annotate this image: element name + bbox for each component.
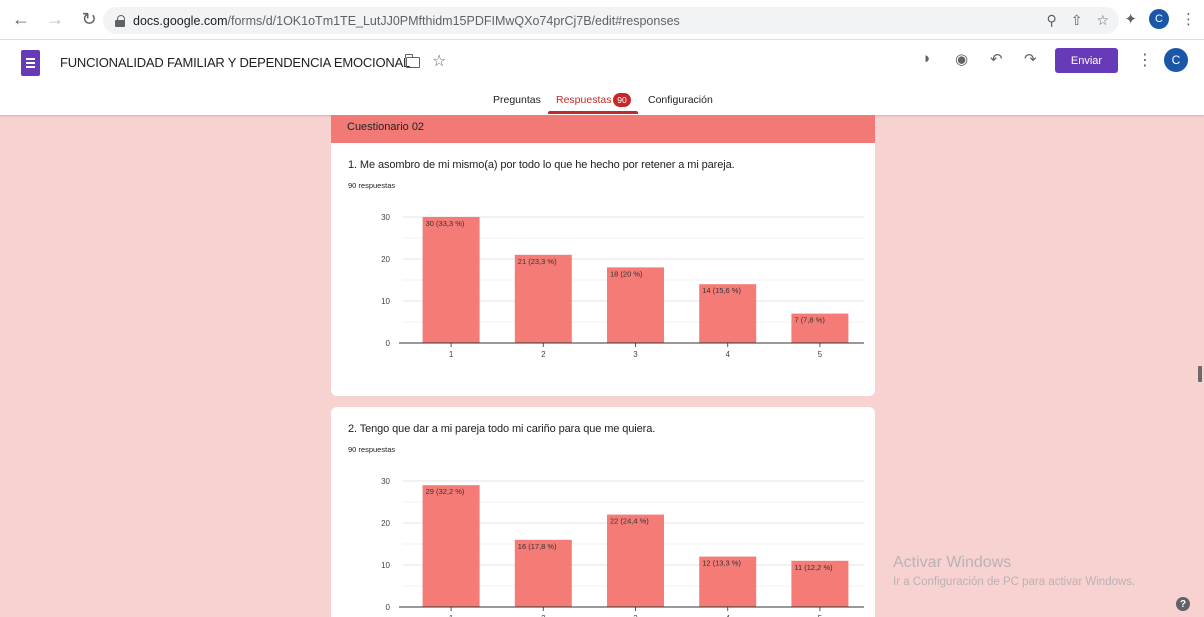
- bar[interactable]: [422, 217, 480, 343]
- address-bar[interactable]: docs.google.com/forms/d/1OK1oTm1TE_LutJJ…: [103, 7, 1119, 34]
- preview-eye-icon[interactable]: ◉: [955, 50, 968, 68]
- bar-value-label: 18 (20 %): [610, 269, 643, 278]
- tab-questions[interactable]: Preguntas: [493, 94, 541, 106]
- share-icon[interactable]: ⇧: [1071, 12, 1083, 29]
- url-text: docs.google.com/forms/d/1OK1oTm1TE_LutJJ…: [133, 13, 680, 28]
- bar[interactable]: [607, 514, 664, 607]
- bar-value-label: 14 (15,6 %): [702, 286, 741, 295]
- x-tick-label: 4: [725, 350, 730, 359]
- palette-icon[interactable]: ◑: [921, 50, 930, 67]
- folder-icon[interactable]: [405, 54, 420, 68]
- bar-value-label: 16 (17,8 %): [518, 542, 557, 551]
- question-card-2: 2. Tengo que dar a mi pareja todo mi car…: [331, 407, 875, 617]
- back-arrow-icon[interactable]: ←: [8, 7, 34, 33]
- question-card-1: 1. Me asombro de mi mismo(a) por todo lo…: [331, 143, 875, 396]
- x-tick-label: 1: [449, 350, 454, 359]
- tab-responses[interactable]: Respuestas: [556, 94, 611, 106]
- x-tick-label: 5: [818, 350, 823, 359]
- help-icon[interactable]: ?: [1176, 597, 1190, 611]
- zoom-icon[interactable]: ⚲: [1046, 12, 1056, 29]
- active-tab-indicator: [548, 111, 638, 114]
- y-tick-label: 20: [381, 255, 390, 264]
- tab-settings[interactable]: Configuración: [648, 94, 713, 106]
- redo-icon[interactable]: ↷: [1024, 50, 1037, 68]
- forms-header: FUNCIONALIDAD FAMILIAR Y DEPENDENCIA EMO…: [0, 40, 1204, 115]
- section-title: Cuestionario 02: [347, 121, 425, 133]
- x-tick-label: 2: [541, 350, 546, 359]
- y-tick-label: 0: [386, 339, 391, 348]
- bar-value-label: 22 (24,4 %): [610, 517, 649, 526]
- more-options-icon[interactable]: ⋮: [1137, 50, 1153, 70]
- lock-icon: [115, 14, 125, 27]
- bar[interactable]: [607, 267, 664, 343]
- section-header: Cuestionario 02: [331, 115, 875, 143]
- reload-icon[interactable]: ↻: [76, 7, 102, 33]
- google-forms-logo-icon[interactable]: [21, 50, 40, 76]
- bar-value-label: 30 (33,3 %): [426, 219, 465, 228]
- y-tick-label: 30: [381, 477, 390, 486]
- bar-chart-2: 010203029 (32,2 %)116 (17,8 %)222 (24,4 …: [381, 477, 864, 617]
- windows-activation-title: Activar Windows: [893, 554, 1012, 571]
- forward-arrow-icon[interactable]: →: [42, 7, 68, 33]
- bookmark-star-icon[interactable]: ☆: [1096, 12, 1109, 29]
- undo-icon[interactable]: ↶: [990, 50, 1003, 68]
- star-icon[interactable]: ☆: [432, 51, 446, 71]
- account-avatar[interactable]: C: [1164, 48, 1188, 72]
- bar-value-label: 29 (32,2 %): [426, 487, 465, 496]
- browser-menu-icon[interactable]: ⋮: [1181, 10, 1196, 28]
- browser-profile-avatar[interactable]: C: [1149, 9, 1169, 29]
- y-tick-label: 10: [381, 561, 390, 570]
- responses-count-badge: 90: [613, 93, 631, 107]
- bar-value-label: 12 (13,3 %): [702, 559, 741, 568]
- send-button[interactable]: Enviar: [1055, 48, 1118, 73]
- y-tick-label: 0: [386, 603, 391, 612]
- y-tick-label: 10: [381, 297, 390, 306]
- bar-chart-1: 0 10 20 30 30 (33,3 %) 1 21 (23,3 %) 2 18 (20 %)…: [381, 213, 864, 359]
- bar-value-label: 21 (23,3 %): [518, 257, 557, 266]
- bar[interactable]: [514, 254, 572, 343]
- windows-activation-subtitle: Ir a Configuración de PC para activar Wi…: [893, 576, 1136, 588]
- browser-toolbar: ← → ↻ docs.google.com/forms/d/1OK1oTm1TE…: [0, 0, 1204, 40]
- bar-value-label: 11 (12,2 %): [794, 563, 833, 572]
- scrollbar-handle[interactable]: [1198, 366, 1202, 382]
- y-tick-label: 30: [381, 213, 390, 222]
- y-tick-label: 20: [381, 519, 390, 528]
- bar[interactable]: [422, 485, 480, 607]
- extensions-icon[interactable]: ✦: [1124, 10, 1137, 28]
- form-title[interactable]: FUNCIONALIDAD FAMILIAR Y DEPENDENCIA EMO…: [60, 55, 410, 70]
- x-tick-label: 3: [633, 350, 638, 359]
- bar-value-label: 7 (7,8 %): [794, 316, 825, 325]
- form-tabs: Preguntas Respuestas 90 Configuración: [0, 92, 1204, 115]
